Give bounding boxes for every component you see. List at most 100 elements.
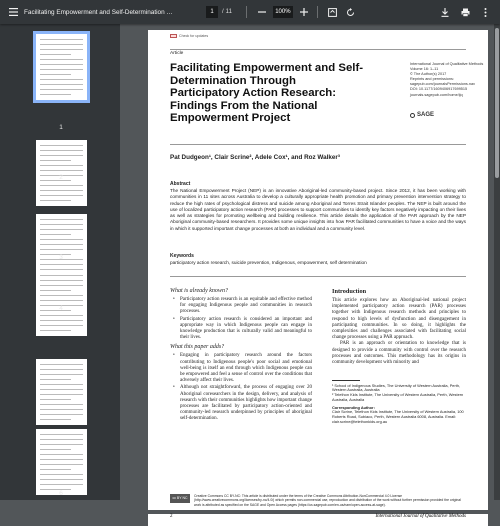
thumbnail-text-line <box>40 224 83 225</box>
toolbar-divider <box>316 6 318 18</box>
known-heading: What is already known? <box>170 288 228 294</box>
header-rule <box>170 49 466 50</box>
check-updates-badge[interactable]: Check for updates <box>170 34 208 38</box>
running-journal-title: International Journal of Qualitative Met… <box>375 514 466 519</box>
thumbnail-text-line <box>40 464 83 465</box>
page-header: 2 International Journal of Qualitative M… <box>170 514 466 519</box>
scrollbar[interactable] <box>494 24 500 500</box>
current-page-input[interactable]: 1 <box>206 6 218 18</box>
page-thumbnail-1[interactable] <box>33 31 90 103</box>
thumbnail-text-line <box>40 444 83 445</box>
thumbnail-text-line <box>40 200 71 201</box>
total-pages: 11 <box>225 9 232 15</box>
abstract-text: The National Empowerment Project (NEP) i… <box>170 188 466 231</box>
page-thumbnail-2[interactable] <box>36 140 87 206</box>
thumbnail-text-line <box>40 190 83 191</box>
footnotes: ¹ School of Indigenous Studies, The Univ… <box>332 380 466 425</box>
thumbnail-text-line <box>40 404 83 405</box>
thumbnail-number: 2 <box>59 174 63 181</box>
scrollbar-thumb[interactable] <box>495 28 499 178</box>
thumbnail-text-line <box>40 64 83 65</box>
thumbnail-text-line <box>40 409 83 410</box>
article-type-label: Article <box>170 51 184 56</box>
pdf-page-2: 2 International Journal of Qualitative M… <box>148 514 488 526</box>
thumbnail-number: 6 <box>59 490 63 497</box>
thumbnail-sidebar: 1 2 3 4 5 6 <box>0 24 120 500</box>
thumbnail-text-line <box>40 369 83 370</box>
thumbnail-text-line <box>40 320 83 321</box>
thumbnail-text-line <box>40 434 83 435</box>
journal-line: journals.sagepub.com/home/ijq <box>410 92 463 97</box>
thumbnail-text-line <box>40 280 83 281</box>
thumbnail-text-line <box>40 364 83 365</box>
thumbnail-text-line <box>40 165 83 166</box>
thumbnail-text-line <box>40 290 71 291</box>
thumbnail-text-line <box>40 315 83 316</box>
list-item: Although not straightforward, the proces… <box>170 385 312 422</box>
document-viewer[interactable]: Check for updates Article Facilitating E… <box>120 24 500 526</box>
thumbnail-text-line <box>40 295 83 296</box>
thumbnail-text-line <box>40 479 83 480</box>
more-vertical-icon[interactable] <box>478 5 492 19</box>
zoom-in-icon[interactable] <box>297 5 311 19</box>
thumbnail-text-line <box>40 239 83 240</box>
list-item: Participatory action research is an equi… <box>170 297 312 316</box>
thumbnail-text-line <box>40 474 83 475</box>
thumbnail-text-line <box>40 419 71 420</box>
thumbnail-text-line <box>40 384 83 385</box>
thumbnail-text-line <box>40 249 83 250</box>
list-item: Participatory action research is conside… <box>170 317 312 342</box>
journal-info: International Journal of Qualitative Met… <box>410 62 484 98</box>
thumbnail-text-line <box>40 394 83 395</box>
thumbnail-text-line <box>40 300 83 301</box>
thumbnail-text-line <box>40 219 83 220</box>
page-separator: / <box>222 9 224 15</box>
thumbnail-text-line <box>40 325 83 326</box>
thumbnail-text-line <box>40 59 83 60</box>
thumbnail-text-line <box>40 454 83 455</box>
thumbnail-text-line <box>40 69 83 70</box>
title-rule <box>170 144 466 145</box>
zoom-out-icon[interactable] <box>255 5 269 19</box>
license-notice: cc BY NC Creative Commons CC BY-NC: This… <box>170 494 466 507</box>
thumbnail-text-line <box>40 94 71 95</box>
thumbnail-text-line <box>40 469 71 470</box>
thumbnail-text-line <box>40 195 83 196</box>
publisher-logo: SAGE <box>410 112 434 118</box>
thumbnail-text-line <box>40 484 83 485</box>
thumbnail-text-line <box>40 389 83 390</box>
page-thumbnail-6[interactable] <box>36 429 87 495</box>
check-updates-label: Check for updates <box>179 34 209 38</box>
page-thumbnail-5[interactable] <box>36 359 87 425</box>
zoom-level-input[interactable]: 100% <box>272 6 293 18</box>
thumbnail-text-line <box>40 170 83 171</box>
page-thumbnail-4[interactable] <box>36 270 87 336</box>
thumbnail-text-line <box>40 54 71 55</box>
footnote: ² Telethon Kids Institute, The Universit… <box>332 392 464 402</box>
thumbnail-text-line <box>40 145 83 146</box>
download-icon[interactable] <box>438 5 452 19</box>
print-icon[interactable] <box>458 5 472 19</box>
thumbnail-text-line <box>40 330 71 331</box>
thumbnail-text-line <box>40 39 83 40</box>
thumbnail-text-line <box>40 185 83 186</box>
thumbnail-text-line <box>40 150 83 151</box>
sage-logo-icon <box>410 112 415 118</box>
document-title: Facilitating Empowerment and Self-Determ… <box>24 8 174 16</box>
thumbnail-text-line <box>40 449 71 450</box>
thumbnail-text-line <box>40 74 71 75</box>
rotate-icon[interactable] <box>344 5 358 19</box>
thumbnail-text-line <box>40 244 83 245</box>
thumbnail-text-line <box>40 414 83 415</box>
thumbnail-text-line <box>40 229 83 230</box>
abstract-heading: Abstract <box>170 181 191 187</box>
thumbnail-text-line <box>40 160 71 161</box>
thumbnail-text-line <box>40 379 71 380</box>
introduction-heading: Introduction <box>332 288 367 295</box>
corresponding-author: Clair Scrine, Telethon Kids Institute, T… <box>332 409 464 425</box>
pdf-page-1: Check for updates Article Facilitating E… <box>148 30 488 510</box>
hamburger-menu-icon[interactable] <box>6 5 20 19</box>
introduction-paragraph: This article explores how an Aboriginal-… <box>332 298 466 341</box>
fit-to-page-icon[interactable] <box>326 5 340 19</box>
thumbnail-text-line <box>40 399 71 400</box>
